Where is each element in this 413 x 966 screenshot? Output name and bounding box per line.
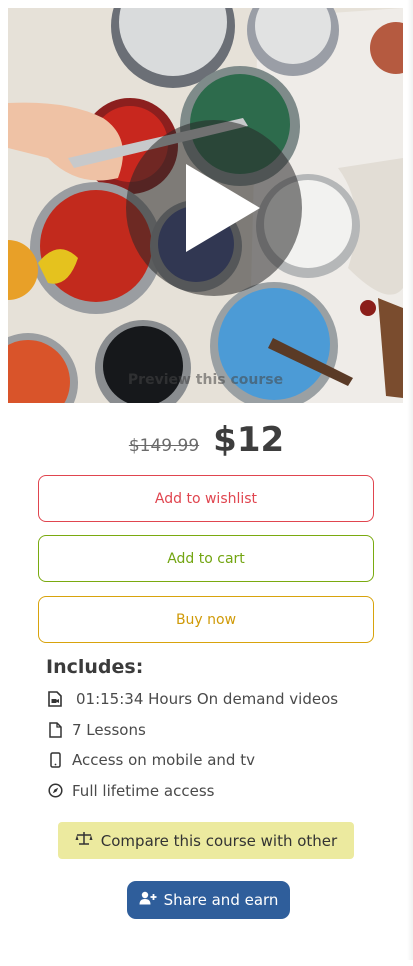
play-icon: [186, 164, 260, 252]
share-label: Share and earn: [163, 891, 279, 909]
balance-scale-icon: [75, 831, 93, 850]
list-item-label: Full lifetime access: [72, 781, 215, 800]
add-to-cart-button[interactable]: Add to cart: [38, 535, 374, 582]
mobile-icon: [46, 751, 64, 769]
compare-course-button[interactable]: Compare this course with other: [58, 822, 354, 859]
includes-list: 01:15:34 Hours On demand videos 7 Lesson…: [46, 684, 376, 806]
user-plus-icon: [139, 891, 157, 909]
list-item: Access on mobile and tv: [46, 745, 376, 776]
current-price: $12: [213, 420, 285, 460]
course-preview[interactable]: Preview this course: [8, 8, 403, 403]
buy-now-button[interactable]: Buy now: [38, 596, 374, 643]
document-icon: [46, 721, 64, 739]
includes-heading: Includes:: [46, 656, 144, 678]
list-item: 01:15:34 Hours On demand videos: [46, 684, 376, 715]
play-button[interactable]: [126, 120, 302, 296]
original-price: $149.99: [128, 436, 200, 456]
share-and-earn-button[interactable]: Share and earn: [127, 881, 290, 919]
list-item-label: Access on mobile and tv: [72, 751, 255, 770]
compare-label: Compare this course with other: [100, 831, 338, 850]
course-sidebar-card: Preview this course $149.99 $12 Add to w…: [0, 0, 413, 966]
price-row: $149.99 $12: [0, 420, 413, 464]
list-item-label: 7 Lessons: [72, 720, 146, 739]
add-to-wishlist-button[interactable]: Add to wishlist: [38, 475, 374, 522]
compass-icon: [46, 782, 64, 800]
card-border: [407, 0, 413, 960]
list-item: 7 Lessons: [46, 715, 376, 746]
preview-course-label[interactable]: Preview this course: [8, 372, 403, 388]
list-item: Full lifetime access: [46, 776, 376, 807]
video-file-icon: [46, 690, 64, 708]
list-item-label: 01:15:34 Hours On demand videos: [76, 690, 339, 709]
